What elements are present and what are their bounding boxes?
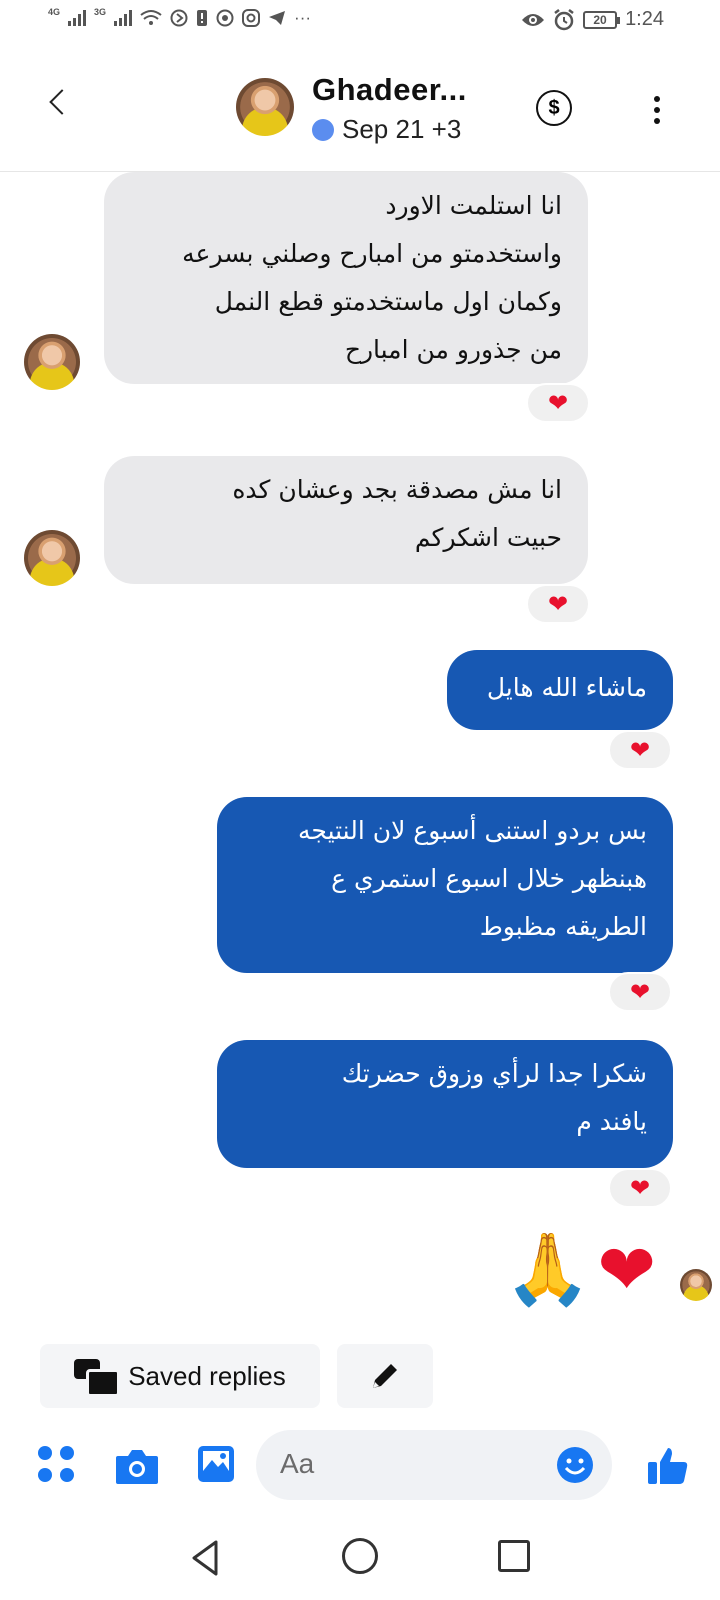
telegram-icon bbox=[269, 11, 286, 25]
reaction-badge[interactable]: ❤ bbox=[526, 584, 590, 624]
message-input-placeholder: Aa bbox=[280, 1448, 315, 1479]
heart-reaction-icon: ❤ bbox=[629, 736, 651, 764]
message-bubble-outgoing[interactable]: ماشاء الله هايل bbox=[447, 650, 673, 730]
contact-subtitle-text: Sep 21 +3 bbox=[342, 114, 462, 144]
signal-icon bbox=[68, 10, 87, 26]
pencil-icon bbox=[373, 1364, 397, 1388]
clock: 1:24 bbox=[625, 8, 664, 30]
wifi-icon bbox=[140, 10, 162, 25]
message-bubble-outgoing[interactable]: شكرا جدا لرأي وزوق حضرتك يافند م bbox=[217, 1040, 673, 1168]
system-nav-bar bbox=[0, 1520, 720, 1600]
message-input[interactable]: Aa bbox=[256, 1430, 612, 1500]
nav-recent-apps-icon[interactable] bbox=[498, 1540, 530, 1572]
status-bar: 4G 3G ··· 20 1:24 bbox=[0, 0, 720, 48]
message-bubble-incoming[interactable]: انا استلمت الاورد واستخدمتو من امبارح وص… bbox=[104, 172, 588, 384]
folded-hands-icon: 🙏 bbox=[504, 1228, 592, 1310]
saved-replies-label: Saved replies bbox=[128, 1360, 286, 1391]
message-bubble-outgoing[interactable]: بس بردو استنى أسبوع لان النتيجه هبنظهر خ… bbox=[217, 797, 673, 973]
apps-icon[interactable] bbox=[38, 1446, 74, 1482]
status-dot bbox=[312, 118, 334, 141]
message-bubble-incoming[interactable]: انا مش مصدقة بجد وعشان كده حبيت اشكركم bbox=[104, 456, 588, 584]
signal-icon-2 bbox=[114, 10, 133, 26]
battery-level: 20 bbox=[593, 12, 607, 27]
heart-reaction-icon: ❤ bbox=[629, 1174, 651, 1202]
chat-header: Ghadeer... Sep 21 +3 $ bbox=[0, 48, 720, 172]
camera-icon[interactable] bbox=[114, 1446, 160, 1486]
reaction-badge[interactable]: ❤ bbox=[526, 383, 590, 423]
alert-icon bbox=[197, 10, 208, 26]
dollar-icon: $ bbox=[548, 96, 560, 119]
seen-receipt-avatar bbox=[680, 1269, 712, 1301]
sender-avatar[interactable] bbox=[24, 334, 80, 390]
network-type-2: 3G bbox=[94, 7, 107, 17]
edit-button[interactable] bbox=[337, 1344, 433, 1408]
emoji-picker-icon[interactable] bbox=[556, 1446, 594, 1484]
status-right: 20 1:24 bbox=[521, 8, 664, 31]
contact-subtitle: Sep 21 +3 bbox=[312, 114, 461, 145]
sender-avatar[interactable] bbox=[24, 530, 80, 586]
whatsapp-icon bbox=[216, 9, 234, 27]
contact-name[interactable]: Ghadeer... bbox=[312, 72, 467, 108]
more-options-button[interactable] bbox=[642, 88, 672, 132]
network-type-1: 4G bbox=[48, 7, 61, 17]
heart-reaction-icon: ❤ bbox=[547, 389, 569, 417]
reaction-badge[interactable]: ❤ bbox=[608, 1168, 672, 1208]
more-notifications: ··· bbox=[294, 8, 312, 27]
heart-reaction-icon: ❤ bbox=[547, 590, 569, 618]
saved-replies-button[interactable]: Saved replies bbox=[40, 1344, 320, 1408]
payment-button[interactable]: $ bbox=[536, 90, 572, 126]
battery-icon: 20 bbox=[583, 10, 621, 29]
reaction-badge[interactable]: ❤ bbox=[608, 730, 672, 770]
reaction-badge[interactable]: ❤ bbox=[608, 972, 672, 1012]
no-disturb-icon bbox=[170, 9, 188, 27]
composer: Aa bbox=[0, 1426, 720, 1506]
emoji-message[interactable]: 🙏 ❤ bbox=[504, 1228, 656, 1311]
nav-back-icon[interactable] bbox=[186, 1538, 226, 1578]
eye-icon bbox=[522, 13, 545, 26]
back-button[interactable] bbox=[36, 80, 80, 124]
contact-avatar[interactable] bbox=[236, 78, 294, 136]
heart-reaction-icon: ❤ bbox=[629, 978, 651, 1006]
instagram-icon bbox=[242, 9, 261, 27]
nav-home-icon[interactable] bbox=[342, 1538, 378, 1574]
gallery-icon[interactable] bbox=[196, 1444, 236, 1484]
chat-bubbles-icon bbox=[74, 1359, 121, 1397]
thumbs-up-icon[interactable] bbox=[646, 1444, 690, 1488]
status-left: 4G 3G ··· bbox=[48, 7, 312, 28]
big-heart-icon: ❤ bbox=[597, 1228, 656, 1311]
chevron-left-icon bbox=[49, 89, 75, 115]
alarm-icon bbox=[554, 8, 574, 30]
